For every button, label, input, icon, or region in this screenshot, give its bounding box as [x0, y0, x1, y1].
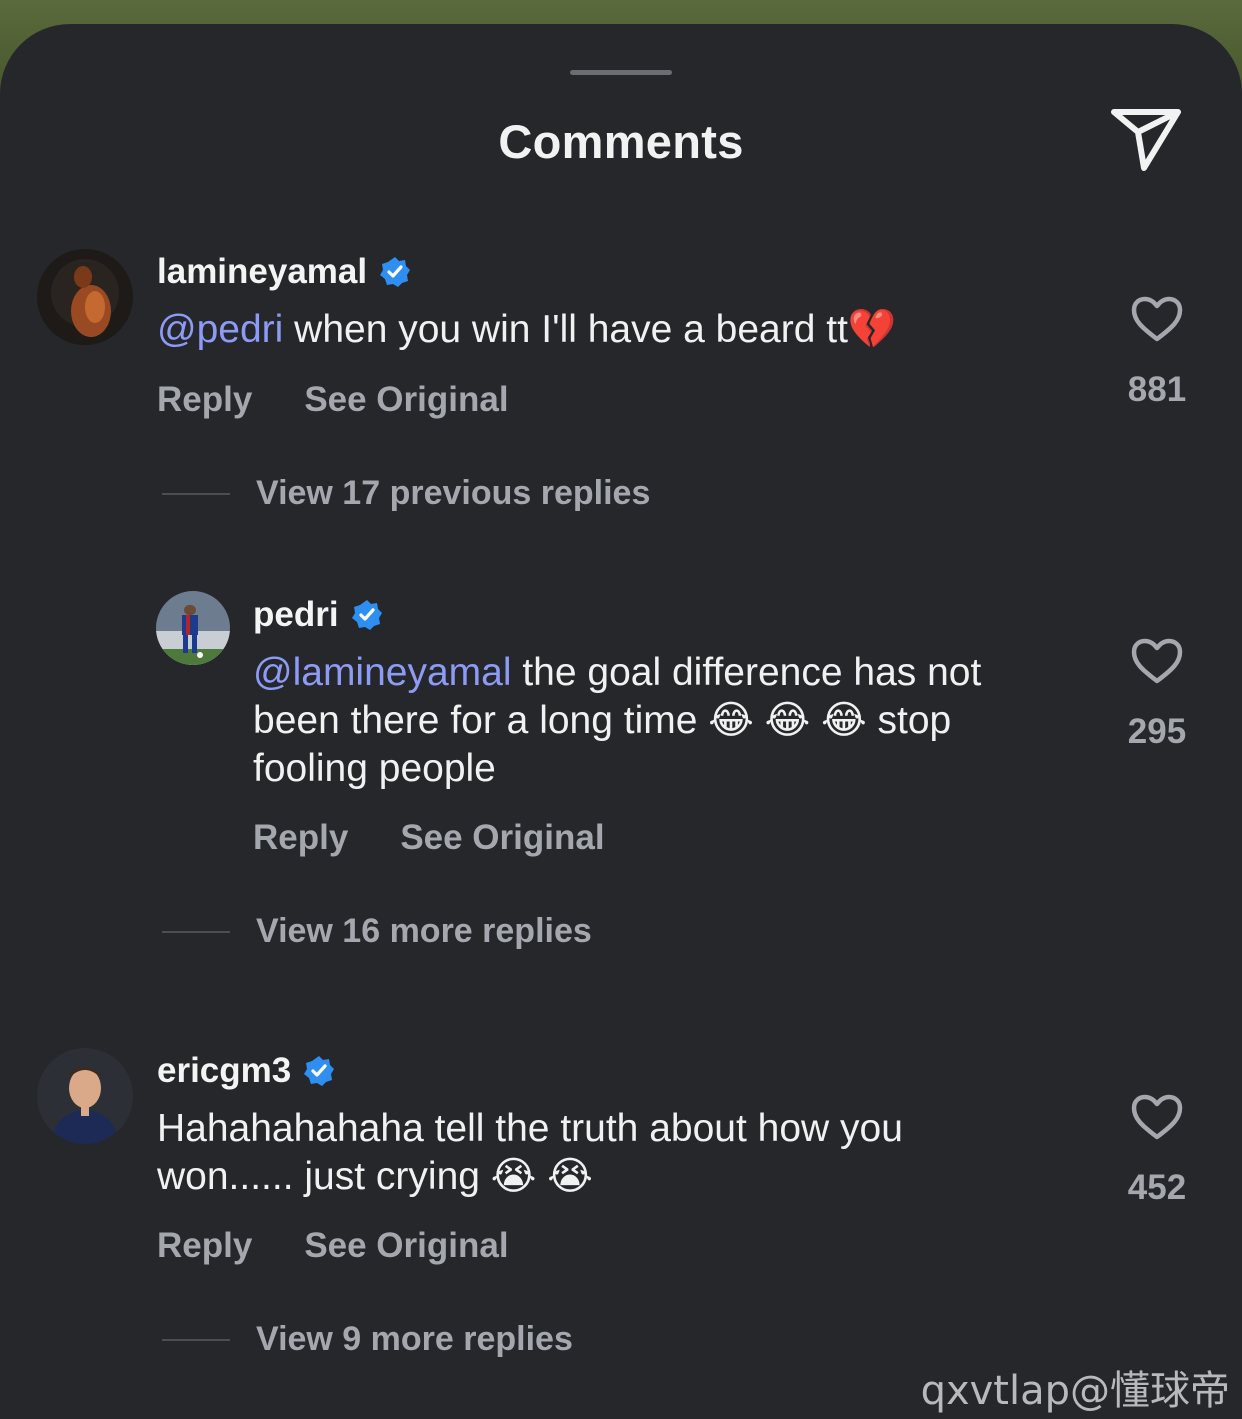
username[interactable]: ericgm3 [157, 1051, 291, 1091]
view-replies-label[interactable]: View 16 more replies [256, 912, 592, 951]
see-original-button[interactable]: See Original [304, 380, 508, 420]
heart-icon[interactable] [1131, 1094, 1183, 1140]
comment-author[interactable]: pedri [253, 595, 383, 635]
comment-author[interactable]: lamineyamal [157, 252, 411, 292]
like-control[interactable]: 881 [1102, 296, 1212, 410]
replies-divider-line [162, 1338, 230, 1341]
watermark: qxvtlap@懂球帝 [920, 1368, 1230, 1414]
reply-button[interactable]: Reply [253, 818, 348, 858]
like-control[interactable]: 295 [1102, 638, 1212, 752]
like-count: 881 [1127, 370, 1187, 409]
comment-body: Hahahahahaha tell the truth about how yo… [157, 1107, 903, 1198]
heart-icon[interactable] [1131, 638, 1183, 684]
view-replies-button[interactable]: View 9 more replies [162, 1320, 573, 1359]
username[interactable]: lamineyamal [157, 252, 367, 292]
comment-text: @pedri when you win I'll have a beard tt… [157, 306, 1057, 354]
view-replies-label[interactable]: View 9 more replies [256, 1320, 573, 1359]
view-replies-label[interactable]: View 17 previous replies [256, 474, 650, 513]
mention-link[interactable]: @pedri [157, 308, 283, 351]
sheet-title: Comments [498, 115, 744, 168]
like-count: 295 [1127, 712, 1187, 751]
verified-badge-icon [351, 600, 382, 630]
comment-author[interactable]: ericgm3 [157, 1051, 335, 1091]
heart-icon[interactable] [1131, 296, 1183, 342]
view-replies-button[interactable]: View 16 more replies [162, 912, 592, 951]
verified-badge-icon [304, 1056, 335, 1086]
view-replies-button[interactable]: View 17 previous replies [162, 474, 650, 513]
avatar[interactable] [37, 1048, 133, 1144]
see-original-button[interactable]: See Original [304, 1226, 508, 1266]
comment-actions: Reply See Original [157, 380, 509, 420]
verified-badge-icon [380, 257, 411, 287]
username[interactable]: pedri [253, 595, 339, 635]
comment-text: Hahahahahaha tell the truth about how yo… [157, 1105, 1037, 1201]
replies-divider-line [162, 930, 230, 933]
reply-button[interactable]: Reply [157, 1226, 252, 1266]
like-count: 452 [1127, 1168, 1187, 1207]
avatar[interactable] [156, 591, 230, 665]
reply-button[interactable]: Reply [157, 380, 252, 420]
comment-actions: Reply See Original [253, 818, 605, 858]
send-icon[interactable] [1110, 106, 1182, 172]
comment-text: @lamineyamal the goal difference has not… [253, 649, 1073, 793]
see-original-button[interactable]: See Original [400, 818, 604, 858]
avatar[interactable] [37, 249, 133, 345]
comment-body: when you win I'll have a beard tt [283, 308, 848, 351]
mention-link[interactable]: @lamineyamal [253, 651, 512, 694]
comment-actions: Reply See Original [157, 1226, 509, 1266]
sheet-grabber[interactable] [570, 70, 672, 75]
broken-heart-emoji: 💔 [847, 307, 897, 352]
replies-divider-line [162, 492, 230, 495]
like-control[interactable]: 452 [1102, 1094, 1212, 1208]
